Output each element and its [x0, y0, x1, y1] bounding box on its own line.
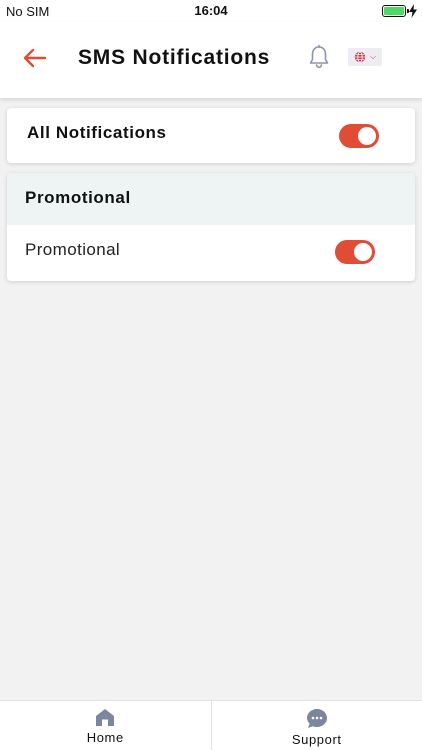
home-icon [96, 709, 115, 726]
tab-home-label: Home [86, 730, 124, 745]
bottom-tab-bar: Home Support [0, 700, 422, 750]
notifications-bell-button[interactable] [307, 44, 331, 70]
tab-support[interactable]: Support [210, 701, 422, 750]
clock: 16:04 [194, 3, 228, 18]
all-notifications-label: All Notifications [27, 123, 167, 142]
promotional-section-card: Promotional Promotional [7, 173, 415, 281]
list-item: Promotional [7, 225, 415, 281]
language-selector[interactable]: ⌵ [348, 48, 382, 66]
section-header: Promotional [7, 173, 415, 225]
globe-icon [354, 51, 366, 63]
all-notifications-toggle[interactable] [339, 124, 379, 148]
toggle-knob [354, 243, 372, 261]
page-title: SMS Notifications [78, 46, 271, 69]
tab-home[interactable]: Home [0, 701, 211, 750]
chevron-down-icon: ⌵ [369, 52, 377, 61]
bell-icon [309, 44, 329, 69]
battery-icon [382, 5, 409, 17]
tab-support-label: Support [291, 732, 342, 747]
arrow-left-icon [23, 48, 47, 68]
promotional-item-label: Promotional [25, 240, 121, 259]
chat-bubble-icon [306, 709, 327, 728]
toggle-knob [358, 127, 376, 145]
status-bar: No SIM 16:04 [0, 0, 422, 22]
back-button[interactable] [22, 46, 48, 70]
promotional-toggle[interactable] [335, 240, 375, 264]
all-notifications-card: All Notifications [7, 108, 415, 163]
app-header: SMS Notifications ⌵ [0, 22, 422, 98]
charging-icon [409, 4, 417, 18]
